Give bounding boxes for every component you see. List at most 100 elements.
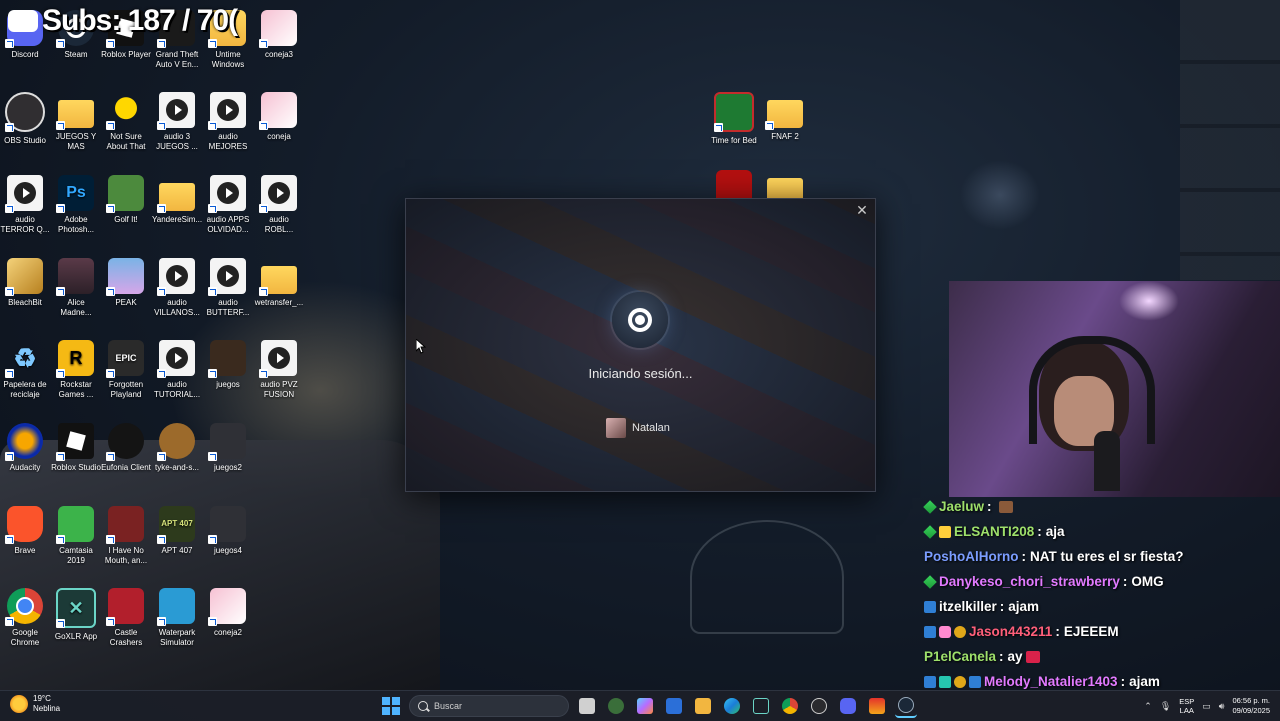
chat-text: NAT tu eres el sr fiesta? [1030, 549, 1184, 564]
clock[interactable]: 06:56 p. m. 09/09/2025 [1232, 696, 1270, 716]
crown-badge-icon [939, 525, 951, 538]
chat-username[interactable]: P1elCanela [924, 649, 996, 664]
desktop-icon[interactable]: Google Chrome [0, 588, 50, 648]
icon-glyph: Ps [66, 184, 86, 201]
chat-username[interactable]: ELSANTI208 [954, 524, 1034, 539]
start-button[interactable] [380, 695, 402, 717]
desktop-icon-label: Golf It! [114, 215, 138, 224]
desktop-icon[interactable]: Golf It! [101, 175, 151, 225]
chat-username[interactable]: itzelkiller [939, 599, 997, 614]
shortcut-arrow-icon [5, 369, 14, 378]
store-icon [666, 698, 682, 714]
desktop-icon[interactable]: audio ROBL... [254, 175, 304, 235]
close-button[interactable]: ✕ [853, 201, 871, 219]
desktop-icon[interactable]: I Have No Mouth, an... [101, 506, 151, 566]
chat-text: ajam [1008, 599, 1040, 614]
desktop-icon[interactable]: tyke-and-s... [152, 423, 202, 473]
desktop-icon[interactable]: coneja2 [203, 588, 253, 638]
coneja-icon [208, 588, 246, 626]
shortcut-arrow-icon [208, 204, 217, 213]
obs-icon [811, 698, 827, 714]
chevron-up-icon[interactable]: ⌃ [1144, 701, 1152, 712]
desktop-icon[interactable]: PEAK [101, 258, 151, 308]
volume-icon[interactable]: 🔊︎ [1219, 701, 1225, 712]
taskbar-goxlr[interactable] [750, 695, 772, 717]
desktop-icon[interactable]: YandereSim... [152, 175, 202, 225]
desktop-icon[interactable]: R Rockstar Games ... [51, 340, 101, 400]
desktop-icon[interactable]: audio PVZ FUSION [254, 340, 304, 400]
shortcut-arrow-icon [157, 204, 166, 213]
desktop-icon[interactable]: Alice Madne... [51, 258, 101, 318]
desktop-icon[interactable]: Ps Adobe Photosh... [51, 175, 101, 235]
desktop-icon[interactable]: wetransfer_... [254, 258, 304, 308]
desktop-icon-label: wetransfer_... [254, 298, 304, 307]
chat-username[interactable]: PoshoAlHorno [924, 549, 1019, 564]
desktop-icon[interactable]: audio MEJORES C... [203, 92, 253, 152]
gold-badge-icon [954, 675, 966, 688]
desktop-icon[interactable]: audio TUTORIAL... [152, 340, 202, 400]
desktop-icon[interactable]: JUEGOS Y MAS [51, 92, 101, 152]
shortcut-arrow-icon [208, 287, 217, 296]
desktop-icon[interactable]: Waterpark Simulator [152, 588, 202, 648]
desktop-icon[interactable]: coneja [254, 92, 304, 142]
desktop-icon[interactable]: Audacity [0, 423, 50, 473]
desktop-icon[interactable]: OBS Studio [0, 92, 50, 146]
taskbar-search[interactable]: Buscar [409, 695, 569, 717]
desktop-icon[interactable]: juegos4 [203, 506, 253, 556]
desktop-icon[interactable]: audio TERROR Q... [0, 175, 50, 235]
chat-username[interactable]: Jason443211 [969, 624, 1052, 639]
taskbar-chrome[interactable] [779, 695, 801, 717]
desktop-icon[interactable]: Castle Crashers [101, 588, 151, 648]
desktop-icon[interactable]: FNAF 2 [760, 92, 810, 142]
desktop-icon[interactable]: EPIC Forgotten Playland [101, 340, 151, 400]
weather-widget[interactable]: 19°C Neblina [10, 694, 60, 714]
chat-emote-icon [998, 500, 1013, 513]
chat-username[interactable]: Jaeluw [939, 499, 984, 514]
desktop-icon[interactable]: ♻ Papelera de reciclaje [0, 340, 50, 400]
chat-username[interactable]: Melody_Natalier1403 [984, 674, 1118, 689]
desktop-icon[interactable]: audio 3 JUEGOS ... [152, 92, 202, 152]
desktop-icon[interactable]: Eufonia Client [101, 423, 151, 473]
desktop-icon[interactable]: juegos2 [203, 423, 253, 473]
juegos-icon [208, 340, 246, 378]
desktop-icon[interactable]: Camtasia 2019 [51, 506, 101, 566]
taskbar-app-1[interactable] [605, 695, 627, 717]
apt-407-icon: APT 407 [157, 506, 195, 544]
desktop-icon[interactable]: audio APPS OLVIDAD... [203, 175, 253, 235]
taskbar-edge[interactable] [721, 695, 743, 717]
steam-user-account[interactable]: Natalan [606, 418, 670, 438]
juegos2-icon [208, 423, 246, 461]
desktop-icon[interactable]: audio VILLANOS... [152, 258, 202, 318]
taskbar-copilot[interactable] [634, 695, 656, 717]
taskbar-explorer[interactable] [692, 695, 714, 717]
recycle-bin-icon: ♻ [5, 340, 43, 378]
task-view-button[interactable] [576, 695, 598, 717]
desktop-icon-label: Not Sure About That [106, 132, 146, 151]
taskbar-steam[interactable] [895, 694, 917, 718]
taskbar-store[interactable] [663, 695, 685, 717]
desktop-icon[interactable]: Roblox Studio [51, 423, 101, 473]
desktop-icon[interactable]: Time for Bed [709, 92, 759, 146]
microphone-icon[interactable]: 🎙︎ [1160, 701, 1171, 712]
desktop-icon[interactable]: Brave [0, 506, 50, 556]
desktop-icon[interactable]: audio BUTTERF... [203, 258, 253, 318]
taskbar-discord[interactable] [837, 695, 859, 717]
language-indicator[interactable]: ESP LAA [1179, 697, 1194, 715]
desktop-icon[interactable]: APT 407 APT 407 [152, 506, 202, 556]
chat-username[interactable]: Danykeso_chori_strawberry [939, 574, 1120, 589]
desktop-icon[interactable]: Not Sure About That [101, 92, 151, 152]
desktop-icon-label: audio MEJORES C... [208, 132, 248, 151]
taskbar-app-obs[interactable] [808, 695, 830, 717]
desktop-icon[interactable]: coneja3 [254, 10, 304, 60]
taskbar-app-red[interactable] [866, 695, 888, 717]
copilot-icon [637, 698, 653, 714]
network-icon[interactable]: ▭ [1202, 701, 1211, 712]
shortcut-arrow-icon [5, 535, 14, 544]
desktop-icon[interactable]: ✕ GoXLR App [51, 588, 101, 642]
desktop-icon-label: coneja [267, 132, 291, 141]
clock-time: 06:56 p. m. [1232, 696, 1270, 705]
desktop-icon-label: APT 407 [161, 546, 193, 555]
desktop-icon-label: Brave [14, 546, 36, 555]
desktop-icon[interactable]: BleachBit [0, 258, 50, 308]
desktop-icon[interactable]: juegos [203, 340, 253, 390]
